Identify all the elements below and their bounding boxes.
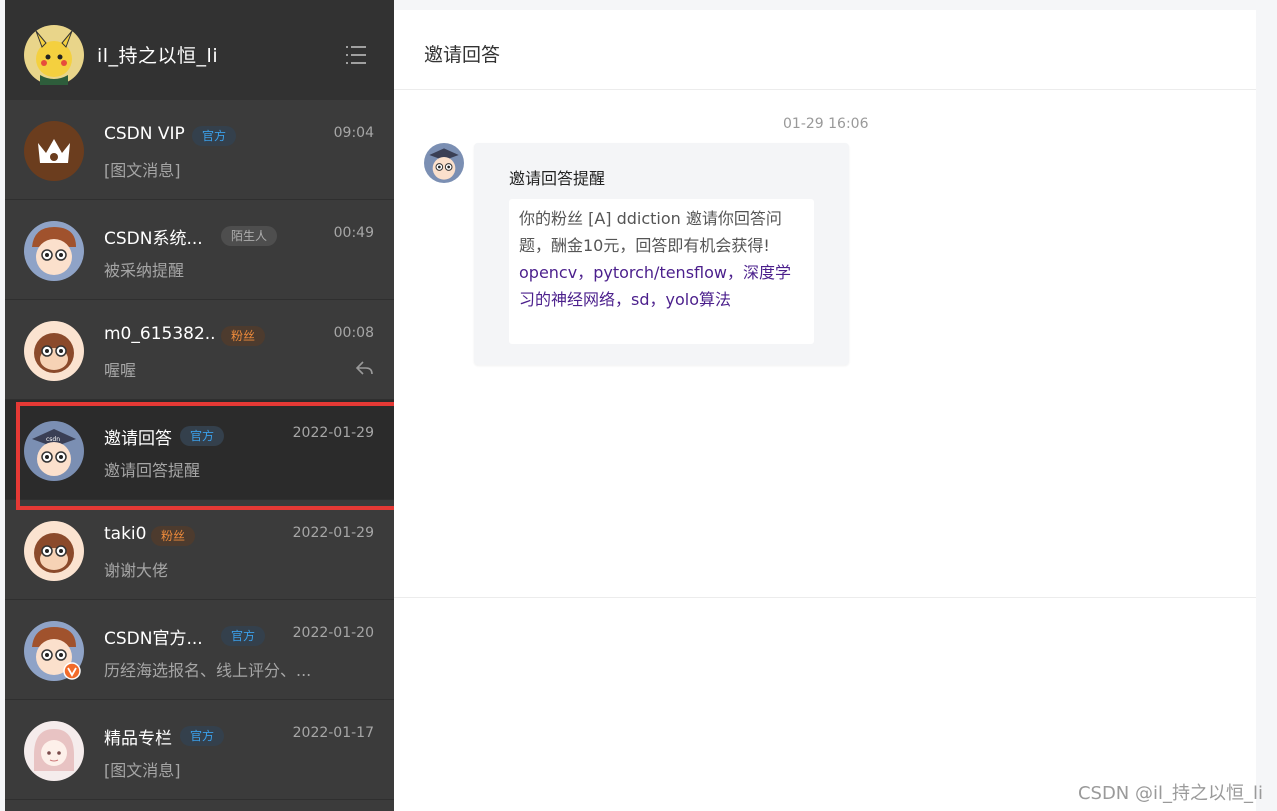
conversation-preview: 喔喔 — [104, 361, 137, 380]
monkey-avatar-icon — [24, 521, 84, 581]
conversation-item[interactable]: CSDN系统... 陌生人 00:49 被采纳提醒 — [5, 200, 394, 300]
sender-avatar-icon[interactable] — [424, 143, 464, 183]
official-badge: 官方 — [221, 626, 266, 646]
conversation-item[interactable]: 精品专栏 官方 2022-01-17 [图文消息] — [5, 700, 394, 800]
conversation-time: 2022-01-17 — [292, 725, 374, 741]
fan-badge: 粉丝 — [151, 526, 196, 546]
question-link[interactable]: opencv，pytorch/tensflow，深度学习的神经网络，sd，yol… — [519, 263, 791, 309]
conversation-time: 00:08 — [333, 325, 374, 341]
card-body-text: 你的粉丝 [A] ddiction 邀请你回答问题，酬金10元，回答即有机会获得… — [519, 209, 782, 255]
conversation-item[interactable]: CSDN VIP 官方 09:04 [图文消息] — [5, 100, 394, 200]
message-timestamp: 01-29 16:06 — [783, 116, 869, 132]
sidebar-header: il_持之以恒_li — [5, 0, 394, 100]
conversation-list: CSDN VIP 官方 09:04 [图文消息] CSDN系统... 陌生人 0… — [5, 100, 394, 800]
conversation-name: CSDN VIP — [104, 124, 185, 144]
official-badge: 官方 — [180, 726, 225, 746]
conversation-name: 邀请回答 — [104, 429, 172, 449]
user-avatar[interactable] — [24, 25, 84, 85]
username: il_持之以恒_li — [97, 45, 219, 67]
conversation-item[interactable]: taki0 粉丝 2022-01-29 谢谢大佬 — [5, 500, 394, 600]
card-title: 邀请回答提醒 — [509, 169, 606, 188]
conversation-item[interactable]: m0_615382... 粉丝 00:08 喔喔 — [5, 300, 394, 400]
conversation-name: m0_615382... — [104, 324, 214, 344]
conversation-preview: 邀请回答提醒 — [104, 461, 201, 480]
input-divider — [394, 597, 1256, 598]
message-card[interactable]: 邀请回答提醒 你的粉丝 [A] ddiction 邀请你回答问题，酬金10元，回… — [474, 143, 849, 365]
conversation-time: 2022-01-29 — [292, 525, 374, 541]
stranger-badge: 陌生人 — [221, 226, 278, 246]
fan-badge: 粉丝 — [221, 326, 266, 346]
conversation-name: CSDN系统... — [104, 229, 203, 249]
conversation-preview: [图文消息] — [104, 161, 181, 180]
conversation-preview: 历经海选报名、线上评分、... — [104, 661, 312, 680]
official-badge: 官方 — [192, 126, 237, 146]
crown-avatar-icon — [24, 121, 84, 181]
svg-text:csdn: csdn — [46, 436, 60, 443]
conversation-time: 00:49 — [333, 225, 374, 241]
conversation-name: CSDN官方... — [104, 629, 203, 649]
conversation-name: 精品专栏 — [104, 729, 172, 749]
chat-panel: 邀请回答 01-29 16:06 邀请回答提醒 你的粉丝 [A] ddictio… — [394, 10, 1256, 811]
conversation-preview: 谢谢大佬 — [104, 561, 169, 580]
conversation-item[interactable]: CSDN官方... 官方 2022-01-20 历经海选报名、线上评分、... — [5, 600, 394, 700]
conversation-time: 09:04 — [333, 125, 374, 141]
menu-lines-icon[interactable] — [345, 44, 367, 66]
conversation-preview: [图文消息] — [104, 761, 181, 780]
card-body: 你的粉丝 [A] ddiction 邀请你回答问题，酬金10元，回答即有机会获得… — [509, 199, 814, 344]
conversation-time: 2022-01-29 — [292, 425, 374, 441]
conversation-preview: 被采纳提醒 — [104, 261, 185, 280]
cartoon-boy-avatar-icon — [24, 221, 84, 281]
watermark: CSDN @il_持之以恒_li — [1077, 783, 1263, 804]
anime-girl-avatar-icon — [24, 721, 84, 781]
conversation-sidebar: il_持之以恒_li CSDN VIP 官方 09:04 [图文消息] CSDN… — [5, 0, 394, 811]
conversation-item-active[interactable]: csdn 邀请回答 官方 2022-01-29 邀请回答提醒 — [5, 400, 394, 500]
graduate-avatar-icon: csdn — [24, 421, 84, 481]
conversation-name: taki0 — [104, 524, 147, 544]
conversation-time: 2022-01-20 — [292, 625, 374, 641]
header-divider — [394, 89, 1256, 90]
official-badge: 官方 — [180, 426, 225, 446]
monkey-avatar-icon — [24, 321, 84, 381]
reply-arrow-icon[interactable] — [354, 358, 374, 378]
verified-boy-avatar-icon — [24, 621, 84, 681]
chat-title: 邀请回答 — [424, 44, 501, 66]
